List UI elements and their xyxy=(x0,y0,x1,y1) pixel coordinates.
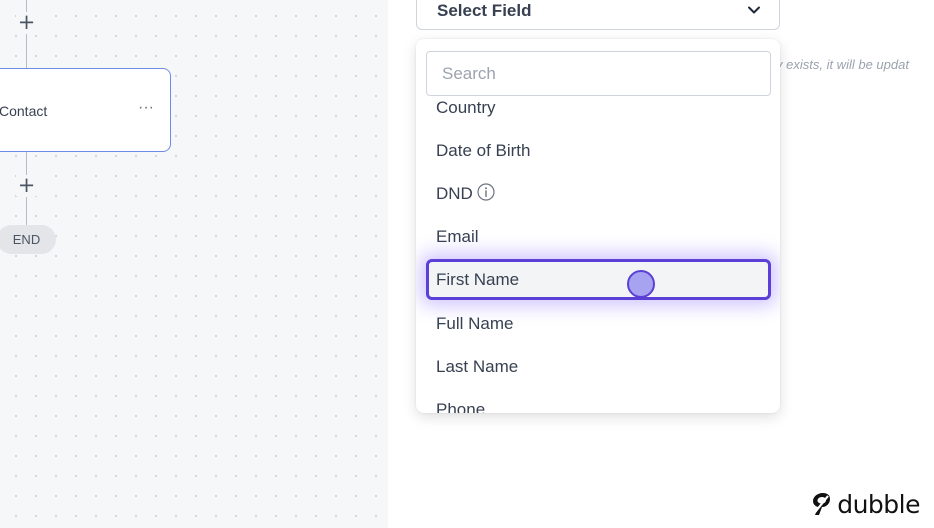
field-dropdown-menu: Country Date of Birth DND Email First Na… xyxy=(416,39,780,413)
add-step-button[interactable]: + xyxy=(16,12,37,33)
option-full-name[interactable]: Full Name xyxy=(416,302,780,345)
node-label: Contact xyxy=(0,103,48,119)
workflow-node-contact[interactable]: Contact ··· xyxy=(0,68,171,152)
option-label: Phone xyxy=(436,399,486,414)
search-input[interactable] xyxy=(426,51,771,96)
add-step-button[interactable]: + xyxy=(16,175,37,196)
option-label: Last Name xyxy=(436,356,519,376)
option-label: Date of Birth xyxy=(436,140,531,160)
option-label: First Name xyxy=(436,269,520,289)
option-last-name[interactable]: Last Name xyxy=(416,345,780,388)
end-node: END xyxy=(0,225,56,254)
option-country[interactable]: Country xyxy=(416,98,780,129)
options-list[interactable]: Country Date of Birth DND Email First Na… xyxy=(416,98,780,413)
option-email[interactable]: Email xyxy=(416,215,780,258)
info-icon[interactable] xyxy=(477,183,495,201)
workflow-canvas[interactable]: + Contact ··· + END xyxy=(0,0,388,528)
option-date-of-birth[interactable]: Date of Birth xyxy=(416,129,780,172)
connector-line xyxy=(26,34,27,68)
option-phone[interactable]: Phone xyxy=(416,388,780,414)
brand-watermark: dubble xyxy=(809,489,920,519)
select-field-dropdown[interactable]: Select Field xyxy=(416,0,780,30)
settings-panel: y exists, it will be updat Select Field … xyxy=(388,0,934,528)
option-label: DND xyxy=(436,183,473,203)
option-label: Email xyxy=(436,226,479,246)
select-field-label: Select Field xyxy=(437,1,532,20)
connector-line xyxy=(26,197,27,225)
connector-line xyxy=(26,152,27,175)
brand-name: dubble xyxy=(837,489,920,519)
dubble-logo-icon xyxy=(811,493,831,517)
node-menu-icon[interactable]: ··· xyxy=(138,99,154,117)
hint-text: y exists, it will be updat xyxy=(776,57,909,72)
option-first-name[interactable]: First Name xyxy=(426,259,771,300)
option-label: Country xyxy=(436,98,496,117)
chevron-down-icon xyxy=(748,6,760,14)
option-dnd[interactable]: DND xyxy=(416,172,780,215)
option-label: Full Name xyxy=(436,313,514,333)
click-cursor-indicator xyxy=(627,270,655,298)
